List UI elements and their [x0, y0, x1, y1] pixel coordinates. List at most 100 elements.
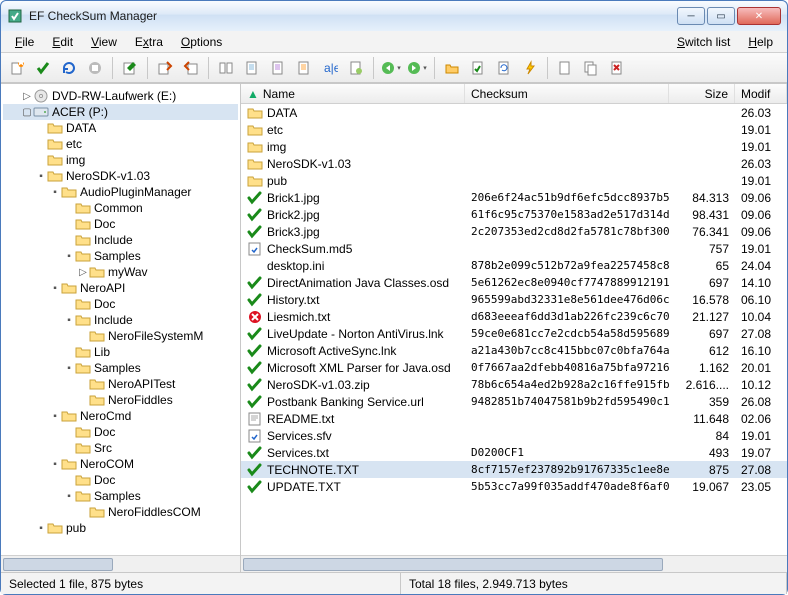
tool-import-icon[interactable] [179, 56, 203, 80]
list-row[interactable]: Brick1.jpg206e6f24ac51b9df6efc5dcc8937b5… [241, 189, 787, 206]
tree-item[interactable]: ▢ACER (P:) [3, 104, 238, 120]
menu-file[interactable]: File [7, 33, 42, 51]
tree-twisty-icon[interactable]: ▪ [49, 283, 61, 294]
list-row[interactable]: CheckSum.md575719.01 [241, 240, 787, 257]
tool-doc2-icon[interactable] [266, 56, 290, 80]
tree-item[interactable]: img [3, 152, 238, 168]
tree-item[interactable]: Doc [3, 216, 238, 232]
tree-item[interactable]: DATA [3, 120, 238, 136]
tree-item[interactable]: Doc [3, 424, 238, 440]
tree-twisty-icon[interactable]: ▪ [63, 251, 75, 262]
tree-item[interactable]: ▪Samples [3, 360, 238, 376]
col-size[interactable]: Size [669, 84, 735, 103]
list-row[interactable]: Services.txtD0200CF149319.07 [241, 444, 787, 461]
col-name[interactable]: ▲Name [241, 84, 465, 103]
menu-view[interactable]: View [83, 33, 125, 51]
list-h-scrollbar[interactable] [241, 555, 787, 572]
list-row[interactable]: Brick2.jpg61f6c95c75370e1583ad2e517d314d… [241, 206, 787, 223]
list-row[interactable]: etc19.01 [241, 121, 787, 138]
tree-h-scrollbar[interactable] [1, 555, 240, 572]
tree-twisty-icon[interactable]: ▪ [49, 187, 61, 198]
tool-delete-icon[interactable] [605, 56, 629, 80]
list-row[interactable]: Microsoft XML Parser for Java.osd0f7667a… [241, 359, 787, 376]
menu-help[interactable]: Help [740, 33, 781, 51]
col-checksum[interactable]: Checksum [465, 84, 669, 103]
tool-folder-icon[interactable] [440, 56, 464, 80]
menu-extra[interactable]: Extra [127, 33, 171, 51]
tree-twisty-icon[interactable]: ▪ [63, 315, 75, 326]
tool-book-icon[interactable] [214, 56, 238, 80]
tree-twisty-icon[interactable]: ▪ [49, 459, 61, 470]
tree-item[interactable]: ▪pub [3, 520, 238, 536]
tree-twisty-icon[interactable]: ▪ [35, 523, 47, 534]
title-bar[interactable]: EF CheckSum Manager ─ ▭ ✕ [1, 1, 787, 31]
tree-twisty-icon[interactable]: ▷ [77, 267, 89, 278]
tree-item[interactable]: ▪AudioPluginManager [3, 184, 238, 200]
menu-switch-list[interactable]: Switch list [669, 33, 738, 51]
list-row[interactable]: History.txt965599abd32331e8e561dee476d06… [241, 291, 787, 308]
tool-new-icon[interactable]: ★ [5, 56, 29, 80]
list-row[interactable]: Services.sfv8419.01 [241, 427, 787, 444]
tree-item[interactable]: ▪NeroSDK-v1.03 [3, 168, 238, 184]
tree-item[interactable]: ▷myWav [3, 264, 238, 280]
list-row[interactable]: README.txt11.64802.06 [241, 410, 787, 427]
tool-page-icon[interactable] [553, 56, 577, 80]
tool-bolt-icon[interactable] [518, 56, 542, 80]
tool-back-icon[interactable]: ▾ [379, 56, 403, 80]
tree-item[interactable]: ▷DVD-RW-Laufwerk (E:) [3, 88, 238, 104]
list-row[interactable]: LiveUpdate - Norton AntiVirus.lnk59ce0e6… [241, 325, 787, 342]
tool-doc3-icon[interactable] [292, 56, 316, 80]
list-row[interactable]: DATA26.03 [241, 104, 787, 121]
tree-item[interactable]: NeroFiddles [3, 392, 238, 408]
minimize-button[interactable]: ─ [677, 7, 705, 25]
tree-item[interactable]: ▪Samples [3, 488, 238, 504]
list-row[interactable]: pub19.01 [241, 172, 787, 189]
tool-check-icon[interactable] [31, 56, 55, 80]
list-row[interactable]: UPDATE.TXT5b53cc7a99f035addf470ade8f6af0… [241, 478, 787, 495]
tree-twisty-icon[interactable]: ▪ [63, 363, 75, 374]
tree-item[interactable]: Doc [3, 472, 238, 488]
tree-twisty-icon[interactable]: ▪ [63, 491, 75, 502]
list-row[interactable]: Liesmich.txtd683eeeaf6dd3d1ab226fc239c6c… [241, 308, 787, 325]
tree-item[interactable]: Doc [3, 296, 238, 312]
tool-edit-icon[interactable] [118, 56, 142, 80]
tree-item[interactable]: ▪Include [3, 312, 238, 328]
tool-doccheck-icon[interactable] [466, 56, 490, 80]
list-row[interactable]: desktop.ini878b2e099c512b72a9fea2257458c… [241, 257, 787, 274]
tool-doc4-icon[interactable] [344, 56, 368, 80]
list-row[interactable]: TECHNOTE.TXT8cf7157ef237892b91767335c1ee… [241, 461, 787, 478]
tree-item[interactable]: NeroAPITest [3, 376, 238, 392]
tree-twisty-icon[interactable]: ▷ [21, 91, 33, 102]
tree-item[interactable]: ▪Samples [3, 248, 238, 264]
close-button[interactable]: ✕ [737, 7, 781, 25]
tree-twisty-icon[interactable]: ▪ [35, 171, 47, 182]
tree-item[interactable]: Src [3, 440, 238, 456]
tree-twisty-icon[interactable]: ▪ [49, 411, 61, 422]
tree-item[interactable]: ▪NeroCOM [3, 456, 238, 472]
tree-item[interactable]: NeroFileSystemM [3, 328, 238, 344]
col-modified[interactable]: Modif [735, 84, 787, 103]
tool-stop-icon[interactable] [83, 56, 107, 80]
tool-refresh-icon[interactable] [57, 56, 81, 80]
tool-compare-icon[interactable]: a|e [318, 56, 342, 80]
maximize-button[interactable]: ▭ [707, 7, 735, 25]
tree-item[interactable]: Common [3, 200, 238, 216]
tool-export-icon[interactable] [153, 56, 177, 80]
list-row[interactable]: Brick3.jpg2c207353ed2cd8d2fa5781c78bf300… [241, 223, 787, 240]
folder-tree[interactable]: ▷DVD-RW-Laufwerk (E:)▢ACER (P:)DATAetcim… [1, 84, 240, 555]
list-row[interactable]: img19.01 [241, 138, 787, 155]
list-row[interactable]: NeroSDK-v1.0326.03 [241, 155, 787, 172]
menu-options[interactable]: Options [173, 33, 230, 51]
tree-item[interactable]: Include [3, 232, 238, 248]
tree-item[interactable]: ▪NeroCmd [3, 408, 238, 424]
tool-forward-icon[interactable]: ▾ [405, 56, 429, 80]
list-row[interactable]: DirectAnimation Java Classes.osd5e61262e… [241, 274, 787, 291]
file-list[interactable]: DATA26.03etc19.01img19.01NeroSDK-v1.0326… [241, 104, 787, 555]
tool-copy-icon[interactable] [579, 56, 603, 80]
tool-docrefresh-icon[interactable] [492, 56, 516, 80]
tree-item[interactable]: ▪NeroAPI [3, 280, 238, 296]
tree-item[interactable]: etc [3, 136, 238, 152]
list-row[interactable]: NeroSDK-v1.03.zip78b6c654a4ed2b928a2c16f… [241, 376, 787, 393]
list-row[interactable]: Postbank Banking Service.url9482851b7404… [241, 393, 787, 410]
tree-item[interactable]: Lib [3, 344, 238, 360]
